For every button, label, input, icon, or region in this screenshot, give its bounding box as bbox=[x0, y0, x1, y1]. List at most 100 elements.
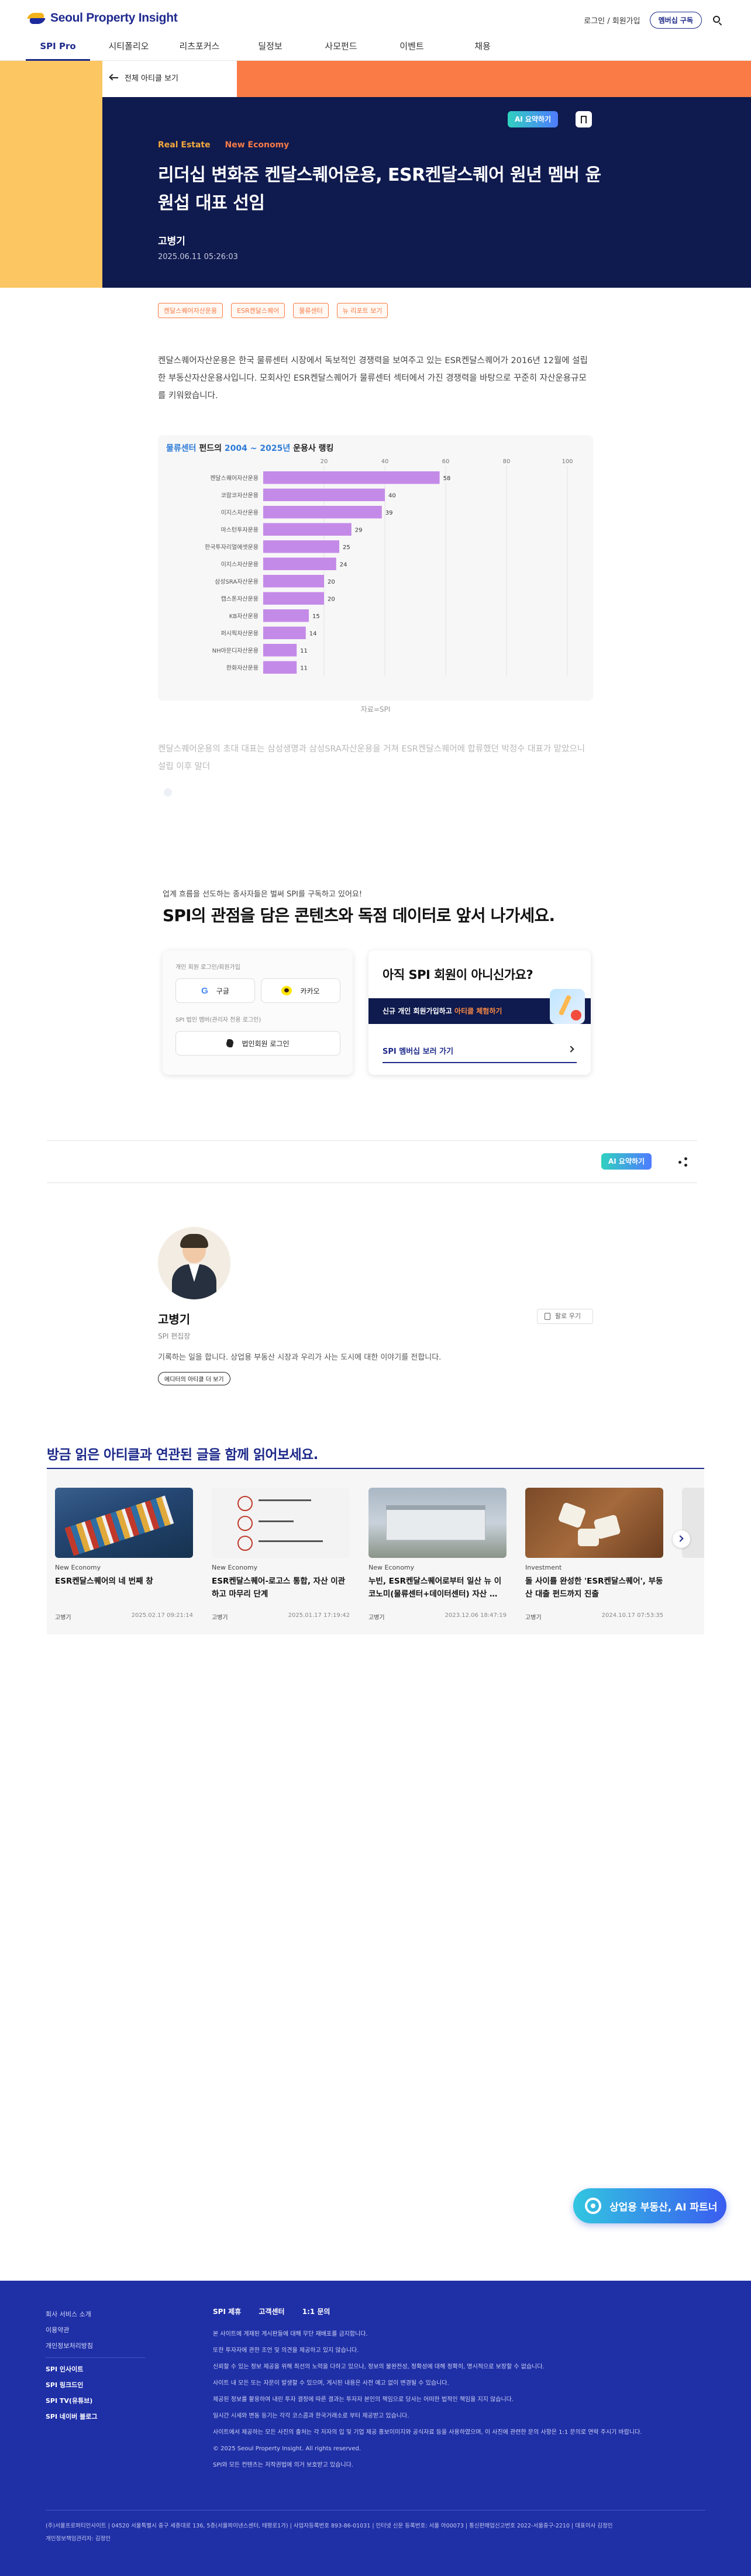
chart-tick-label: 20 bbox=[321, 458, 328, 465]
related-card[interactable]: New Economy 누빈, ESR켄달스퀘어로부터 일산 뉴 이코노미(물류… bbox=[368, 1488, 507, 1621]
footer-link-linkedin[interactable]: SPI 링크드인 bbox=[46, 2377, 174, 2393]
tag-chip[interactable]: 물류센터 bbox=[293, 303, 329, 318]
footer: 회사 서비스 소개 이용약관 개인정보처리방침 SPI 인사이트 SPI 링크드… bbox=[0, 2281, 751, 2576]
subscribe-button[interactable]: 멤버십 구독 bbox=[649, 12, 702, 29]
bookmark-button[interactable] bbox=[576, 111, 592, 127]
nav-item-jobs[interactable]: 채용 bbox=[450, 37, 515, 61]
related-author: 고병기 bbox=[368, 1615, 385, 1621]
kakao-icon bbox=[281, 986, 292, 995]
related-author: 고병기 bbox=[212, 1615, 228, 1621]
gear-icon bbox=[585, 2198, 601, 2214]
nav-item-cityfolio[interactable]: 시티폴리오 bbox=[97, 37, 161, 61]
footer-link[interactable]: 회사 서비스 소개 bbox=[46, 2306, 174, 2322]
related-author: 고병기 bbox=[55, 1615, 71, 1621]
ai-partner-button[interactable]: 상업용 부동산, AI 파트너 bbox=[573, 2188, 726, 2223]
privacy-officer: 개인정보책임관리자: 김정인 bbox=[46, 2536, 111, 2542]
footer-link-youtube[interactable]: SPI TV(유튜브) bbox=[46, 2393, 174, 2409]
nav-item-deal-info[interactable]: 딜정보 bbox=[238, 37, 302, 61]
nav-item-private-fund[interactable]: 사모펀드 bbox=[309, 37, 373, 61]
nav-item-reits-focus[interactable]: 리츠포커스 bbox=[167, 37, 232, 61]
footer-note: 사이트 내 모든 또는 자문이 발생할 수 있으며, 게시된 내용은 사전 예고… bbox=[213, 2380, 449, 2387]
related-category: New Economy bbox=[212, 1564, 258, 1571]
join-title: 아직 SPI 회원이 아니신가요? bbox=[383, 968, 533, 982]
related-card[interactable]: New Economy ESR켄달스퀘어의 네 번째 창 고병기 2025.02… bbox=[55, 1488, 193, 1621]
follow-button[interactable]: 팔로 우기 bbox=[537, 1309, 593, 1324]
chart-bar bbox=[263, 626, 306, 639]
chart-value-label: 39 bbox=[385, 510, 393, 516]
site-logo[interactable]: Seoul Property Insight bbox=[27, 9, 178, 27]
article-author[interactable]: 고병기 bbox=[158, 233, 185, 247]
main-nav: SPI Pro 시티폴리오 리츠포커스 딜정보 사모펀드 이벤트 채용 bbox=[0, 37, 751, 61]
join-card: 아직 SPI 회원이 아니신가요? 신규 개인 회원가입하고 아티클 체험하기 … bbox=[368, 950, 591, 1075]
login-link[interactable]: 로그인 / 회원가입 bbox=[584, 15, 640, 26]
footer-link[interactable]: 개인정보처리방침 bbox=[46, 2338, 174, 2354]
tag-chip[interactable]: 켄달스퀘어자산운용 bbox=[158, 303, 223, 318]
paywall-title: SPI의 관점을 담은 콘텐츠와 독점 데이터로 앞서 나가세요. bbox=[163, 906, 555, 925]
chart-value-label: 24 bbox=[340, 561, 347, 568]
chart-category-label: NH아문디자산운용 bbox=[212, 647, 259, 654]
footer-link-blog[interactable]: SPI 네이버 블로그 bbox=[46, 2409, 174, 2425]
tag-chip[interactable]: ESR켄달스퀘어 bbox=[231, 303, 285, 318]
related-meta: 고병기 2025.02.17 09:21:14 bbox=[55, 1612, 193, 1621]
join-banner-highlight: 아티클 체험하기 bbox=[454, 1007, 502, 1015]
chart-bar bbox=[263, 540, 339, 553]
chart-bar bbox=[263, 644, 297, 657]
related-category: New Economy bbox=[55, 1564, 101, 1571]
related-card-partial[interactable] bbox=[682, 1488, 704, 1558]
search-icon[interactable] bbox=[712, 15, 723, 26]
ai-summary-button[interactable]: AI 요약하기 bbox=[601, 1153, 652, 1170]
category-label[interactable]: New Economy bbox=[225, 140, 290, 150]
membership-link[interactable]: SPI 멤버십 보러 가기 bbox=[383, 1045, 577, 1063]
carousel-next-button[interactable] bbox=[673, 1530, 690, 1548]
related-date: 2024.10.17 07:53:35 bbox=[601, 1612, 663, 1619]
chart-category-label: 퍼시픽자산운용 bbox=[221, 630, 259, 637]
share-icon[interactable] bbox=[678, 1157, 688, 1167]
hero-orange-block bbox=[237, 61, 751, 97]
nav-item-events[interactable]: 이벤트 bbox=[380, 37, 444, 61]
google-login-button[interactable]: G 구글 bbox=[175, 978, 255, 1003]
author-articles-link[interactable]: 에디터의 아티클 더 보기 bbox=[158, 1372, 230, 1385]
back-to-articles-link[interactable]: 전체 아티클 보기 bbox=[102, 64, 237, 91]
footer-tab[interactable]: 고객센터 bbox=[259, 2308, 284, 2316]
footer-note: 일시간 시세와 변동 등기는 각각 코스콤과 한국거래소로 부터 제공받고 있습… bbox=[213, 2413, 409, 2419]
chevron-right-icon bbox=[567, 1046, 574, 1053]
article-date: 2025.06.11 05:26:03 bbox=[158, 253, 238, 261]
chart-bar bbox=[263, 488, 385, 501]
chart-value-label: 11 bbox=[300, 665, 308, 671]
follow-icon bbox=[545, 1313, 550, 1320]
category-label[interactable]: Real Estate bbox=[158, 140, 211, 150]
footer-tabs: SPI 제휴 고객센터 1:1 문의 bbox=[213, 2306, 345, 2316]
footer-link-insight[interactable]: SPI 인사이트 bbox=[46, 2361, 174, 2377]
related-card[interactable]: Investment 돌 사이를 완성한 'ESR켄달스퀘어', 부동산 대출 … bbox=[525, 1488, 663, 1621]
author-name: 고병기 bbox=[158, 1312, 191, 1326]
corporate-login-button[interactable]: 법인회원 로그인 bbox=[175, 1031, 340, 1056]
related-card[interactable]: New Economy ESR켄달스퀘어-로고스 통합, 자산 이관하고 마무리… bbox=[212, 1488, 350, 1621]
chart-tick-label: 40 bbox=[381, 458, 389, 465]
tag-chip[interactable]: 뉴 리포트 보기 bbox=[336, 303, 388, 318]
kakao-label: 카카오 bbox=[300, 987, 320, 995]
chart-bar bbox=[263, 506, 382, 519]
chart-category-label: 이지스자산운용 bbox=[221, 561, 259, 568]
footer-tab[interactable]: 1:1 문의 bbox=[302, 2308, 330, 2316]
footer-divider bbox=[46, 2357, 145, 2358]
section-divider bbox=[47, 1182, 697, 1183]
fade-marker bbox=[164, 788, 172, 796]
chart-value-label: 29 bbox=[355, 527, 363, 533]
chart-category-label: 한국투자리얼에셋운용 bbox=[205, 544, 259, 551]
bookmark-icon bbox=[581, 115, 587, 123]
related-meta: 고병기 2025.01.17 17:19:42 bbox=[212, 1612, 350, 1621]
footer-link[interactable]: 이용약관 bbox=[46, 2322, 174, 2338]
chart-bar bbox=[263, 557, 336, 570]
logo-text: Seoul Property Insight bbox=[50, 11, 178, 25]
related-title: ESR켄달스퀘어의 네 번째 창 bbox=[55, 1577, 153, 1586]
related-section-title: 방금 읽은 아티클과 연관된 글을 함께 읽어보세요. bbox=[47, 1447, 318, 1463]
footer-tab[interactable]: SPI 제휴 bbox=[213, 2308, 241, 2316]
nav-item-spi-pro[interactable]: SPI Pro bbox=[26, 37, 90, 61]
kakao-login-button[interactable]: 카카오 bbox=[261, 978, 340, 1003]
chart-tick-label: 60 bbox=[442, 458, 450, 465]
chart-bar bbox=[263, 661, 297, 674]
ai-summary-button[interactable]: AI 요약하기 bbox=[508, 111, 559, 127]
footer-note: 본 사이트에 게재된 게시판들에 대해 무단 재배포를 금지합니다. bbox=[213, 2331, 368, 2337]
footer-note: SPI와 모든 컨텐츠는 저작권법에 의거 보호받고 있습니다. bbox=[213, 2462, 353, 2468]
chart-source: 자료=SPI bbox=[360, 705, 391, 713]
